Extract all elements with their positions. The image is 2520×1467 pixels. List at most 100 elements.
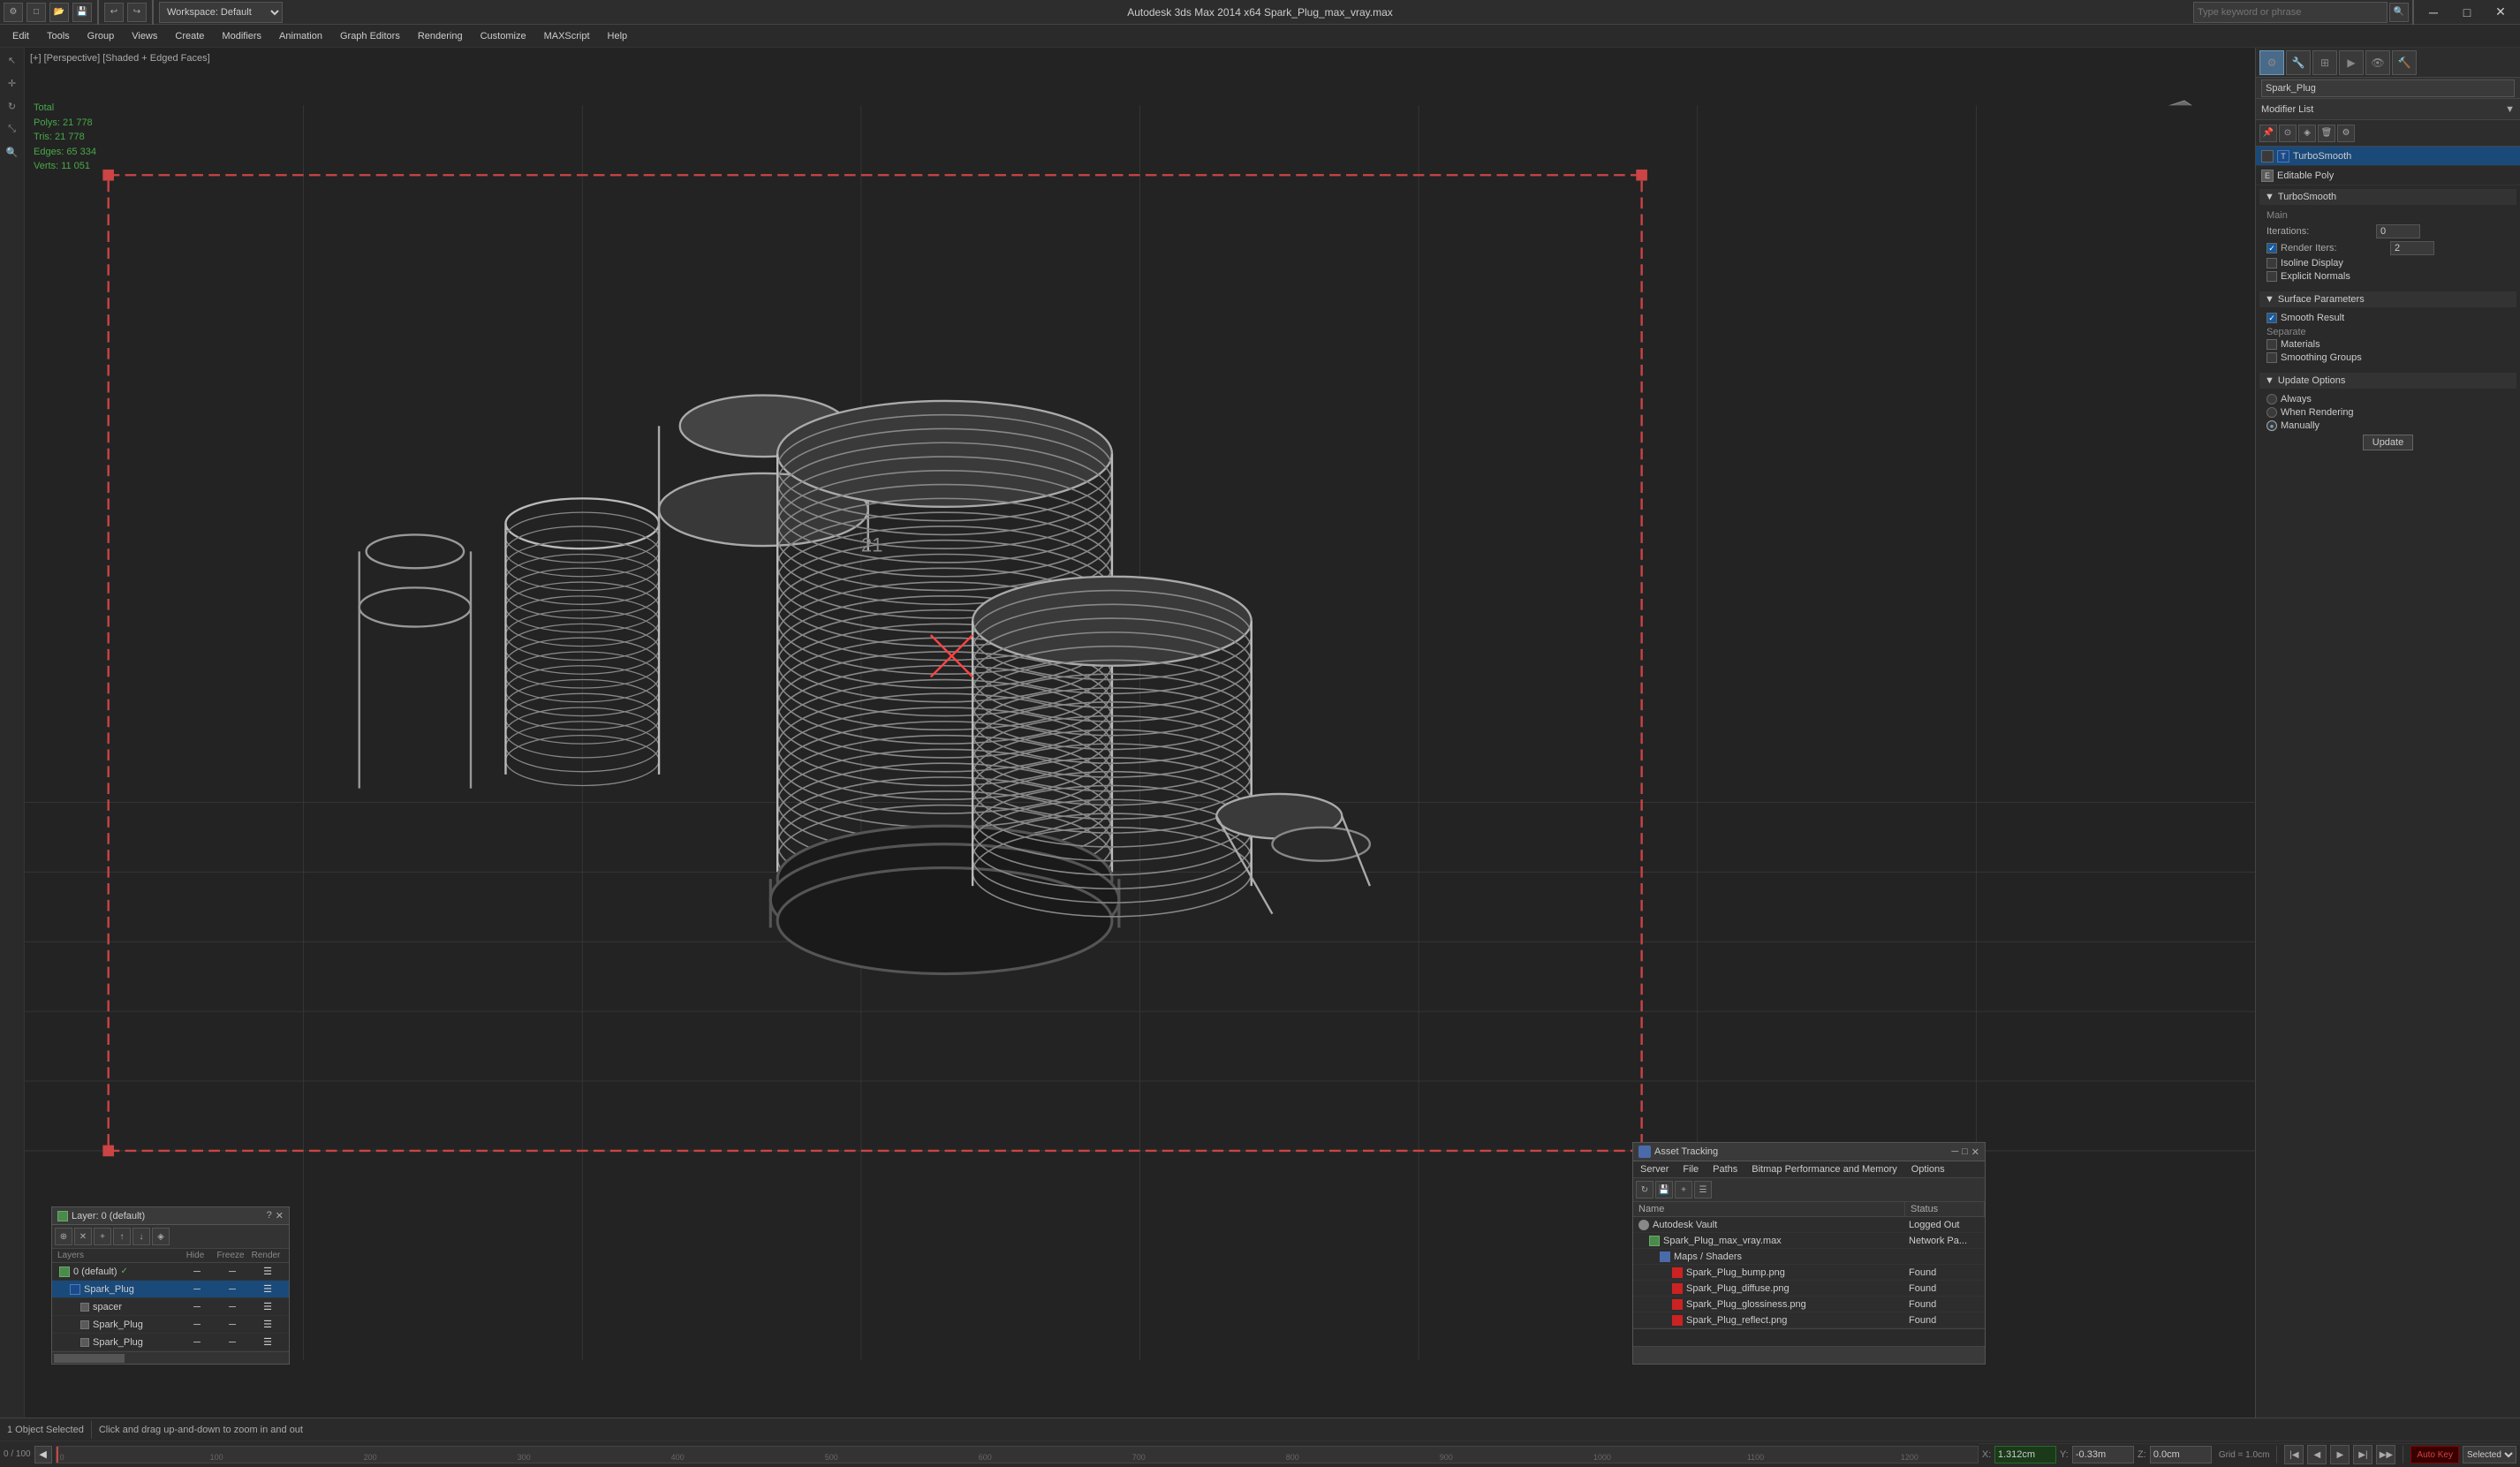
layer-move-up-btn[interactable]: ↑ — [113, 1228, 131, 1245]
rp-display-icon[interactable]: 👁 — [2365, 50, 2390, 75]
auto-key-btn[interactable]: Auto Key — [2410, 1446, 2459, 1463]
layer-pin-btn[interactable]: ? — [267, 1210, 272, 1221]
menu-animation[interactable]: Animation — [270, 29, 331, 43]
minimize-btn[interactable]: ─ — [2418, 3, 2449, 22]
maximize-btn[interactable]: □ — [2451, 3, 2483, 22]
iterations-input[interactable] — [2376, 224, 2420, 238]
when-rendering-radio[interactable] — [2266, 407, 2277, 418]
asset-refresh-btn[interactable]: ↻ — [1636, 1181, 1654, 1199]
app-icon[interactable]: ⚙ — [4, 3, 23, 22]
z-coord-input[interactable] — [2150, 1446, 2212, 1463]
update-button[interactable]: Update — [2363, 435, 2413, 450]
asset-minimize-btn[interactable]: ─ — [1951, 1146, 1958, 1158]
asset-row-maxfile[interactable]: Spark_Plug_max_vray.max Network Pa... — [1633, 1233, 1985, 1249]
turbosmooth-section-header[interactable]: ▼ TurboSmooth — [2259, 189, 2516, 205]
asset-menu-file[interactable]: File — [1676, 1161, 1706, 1177]
show-end-btn[interactable]: ⊙ — [2279, 125, 2297, 142]
anim-next-btn[interactable]: ▶▶ — [2376, 1445, 2395, 1464]
explicit-normals-checkbox[interactable] — [2266, 271, 2277, 282]
asset-row-reflect[interactable]: Spark_Plug_reflect.png Found — [1633, 1312, 1985, 1328]
materials-checkbox[interactable] — [2266, 339, 2277, 350]
search-input[interactable] — [2193, 2, 2388, 23]
y-coord-input[interactable] — [2072, 1446, 2134, 1463]
menu-customize[interactable]: Customize — [472, 29, 535, 43]
asset-restore-btn[interactable]: □ — [1962, 1146, 1968, 1158]
anim-next-frame-btn[interactable]: ▶| — [2353, 1445, 2372, 1464]
update-options-header[interactable]: ▼ Update Options — [2259, 373, 2516, 389]
config-mod-btn[interactable]: ⚙ — [2337, 125, 2355, 142]
modifier-turbosmooth[interactable]: T TurboSmooth — [2256, 147, 2520, 166]
make-unique-btn[interactable]: ◈ — [2298, 125, 2316, 142]
viewport[interactable]: [+] [Perspective] [Shaded + Edged Faces]… — [25, 48, 2255, 1418]
menu-graph-editors[interactable]: Graph Editors — [331, 29, 409, 43]
select-tool[interactable]: ↖ — [2, 49, 23, 71]
anim-prev-frame-btn[interactable]: ◀ — [2307, 1445, 2327, 1464]
x-coord-input[interactable] — [1994, 1446, 2056, 1463]
anim-prev-btn[interactable]: |◀ — [2284, 1445, 2304, 1464]
asset-row-diffuse[interactable]: Spark_Plug_diffuse.png Found — [1633, 1281, 1985, 1297]
move-tool[interactable]: ✛ — [2, 72, 23, 94]
asset-save-btn[interactable]: 💾 — [1655, 1181, 1673, 1199]
remove-mod-btn[interactable]: 🗑 — [2318, 125, 2335, 142]
asset-menu-options[interactable]: Options — [1904, 1161, 1952, 1177]
layer-row-sparkplug[interactable]: Spark_Plug ─ ─ ☰ — [52, 1281, 289, 1298]
timeline[interactable]: 0 100 200 300 400 500 600 700 800 900 10… — [56, 1446, 1979, 1463]
menu-rendering[interactable]: Rendering — [409, 29, 472, 43]
layer-row-spacer[interactable]: spacer ─ ─ ☰ — [52, 1298, 289, 1316]
object-name-input[interactable] — [2261, 79, 2515, 97]
asset-add-btn[interactable]: + — [1675, 1181, 1692, 1199]
modifier-editablepoly[interactable]: E Editable Poly — [2256, 166, 2520, 185]
asset-close-btn[interactable]: ✕ — [1971, 1146, 1979, 1158]
smooth-result-checkbox[interactable] — [2266, 313, 2277, 323]
search-btn[interactable]: 🔍 — [2389, 3, 2409, 22]
rp-create-icon[interactable]: ⚙ — [2259, 50, 2284, 75]
asset-row-maps[interactable]: Maps / Shaders — [1633, 1249, 1985, 1265]
asset-menu-bitmap[interactable]: Bitmap Performance and Memory — [1744, 1161, 1903, 1177]
save-btn[interactable]: 💾 — [72, 3, 92, 22]
new-btn[interactable]: □ — [26, 3, 46, 22]
layer-move-down-btn[interactable]: ↓ — [132, 1228, 150, 1245]
rp-hierarchy-icon[interactable]: ⊞ — [2312, 50, 2337, 75]
open-btn[interactable]: 📂 — [49, 3, 69, 22]
surface-params-header[interactable]: ▼ Surface Parameters — [2259, 291, 2516, 307]
modifier-list-arrow[interactable]: ▼ — [2505, 104, 2515, 115]
always-radio[interactable] — [2266, 394, 2277, 405]
undo-btn[interactable]: ↩ — [104, 3, 124, 22]
asset-row-gloss[interactable]: Spark_Plug_glossiness.png Found — [1633, 1297, 1985, 1312]
close-btn[interactable]: ✕ — [2485, 3, 2516, 22]
anim-play-btn[interactable]: ▶ — [2330, 1445, 2350, 1464]
zoom-tool[interactable]: 🔍 — [2, 141, 23, 163]
menu-group[interactable]: Group — [79, 29, 124, 43]
layer-close-btn[interactable]: ✕ — [276, 1210, 284, 1221]
render-iters-input[interactable] — [2390, 241, 2434, 255]
layer-scroll-thumb[interactable] — [54, 1354, 125, 1363]
layer-scrollbar[interactable] — [52, 1351, 289, 1364]
layer-add-btn[interactable]: + — [94, 1228, 111, 1245]
scale-tool[interactable]: ⤡ — [2, 118, 23, 140]
menu-maxscript[interactable]: MAXScript — [535, 29, 599, 43]
asset-menu-paths[interactable]: Paths — [1706, 1161, 1744, 1177]
menu-create[interactable]: Create — [166, 29, 213, 43]
asset-menu-server[interactable]: Server — [1633, 1161, 1676, 1177]
asset-list-btn[interactable]: ☰ — [1694, 1181, 1712, 1199]
rp-utilities-icon[interactable]: 🔨 — [2392, 50, 2417, 75]
rp-modify-icon[interactable]: 🔧 — [2286, 50, 2311, 75]
asset-row-bump[interactable]: Spark_Plug_bump.png Found — [1633, 1265, 1985, 1281]
timeline-prev-btn[interactable]: ◀ — [34, 1446, 52, 1463]
rotate-tool[interactable]: ↻ — [2, 95, 23, 117]
selected-dropdown[interactable]: Selected — [2463, 1446, 2516, 1463]
smoothing-groups-checkbox[interactable] — [2266, 352, 2277, 363]
pin-stack-btn[interactable]: 📌 — [2259, 125, 2277, 142]
redo-btn[interactable]: ↪ — [127, 3, 147, 22]
workspace-select[interactable]: Workspace: Default — [159, 2, 283, 23]
layer-row-sparkplug3[interactable]: Spark_Plug ─ ─ ☰ — [52, 1334, 289, 1351]
layer-select-btn[interactable]: ◈ — [152, 1228, 170, 1245]
menu-tools[interactable]: Tools — [38, 29, 79, 43]
layer-row-sparkplug2[interactable]: Spark_Plug ─ ─ ☰ — [52, 1316, 289, 1334]
menu-help[interactable]: Help — [599, 29, 637, 43]
layer-delete-btn[interactable]: ✕ — [74, 1228, 92, 1245]
asset-row-vault[interactable]: Autodesk Vault Logged Out — [1633, 1217, 1985, 1233]
menu-modifiers[interactable]: Modifiers — [213, 29, 270, 43]
modifier-turbosmooth-checkbox[interactable] — [2261, 150, 2274, 163]
layer-row-default[interactable]: 0 (default) ✓ ─ ─ ☰ — [52, 1263, 289, 1281]
